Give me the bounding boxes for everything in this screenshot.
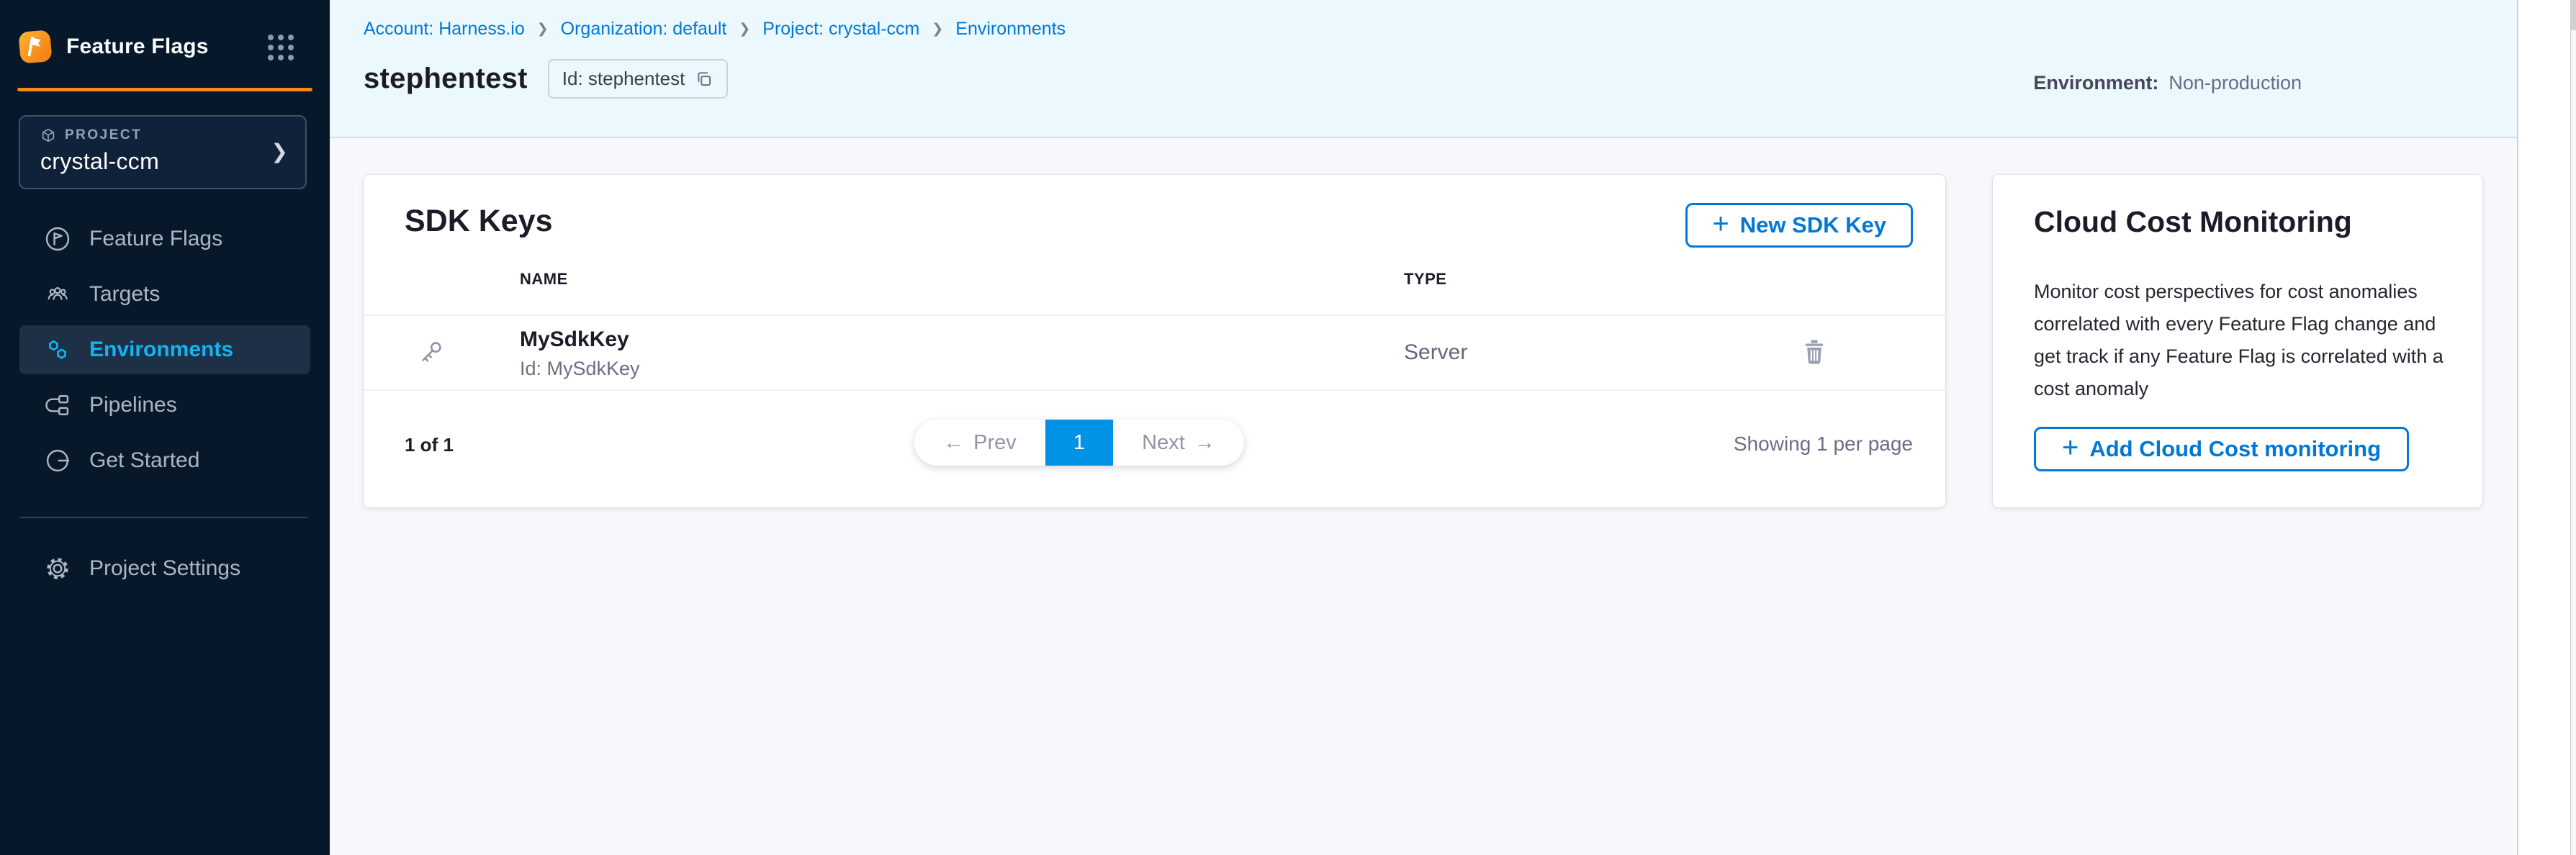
chevron-right-icon: ❯ bbox=[739, 21, 750, 37]
main-content: SDK Keys + New SDK Key NAME TYPE MySdkKe… bbox=[330, 140, 2517, 855]
app-switcher-grid-icon[interactable] bbox=[268, 35, 294, 60]
sidebar-divider bbox=[19, 517, 307, 518]
plus-icon: + bbox=[2062, 433, 2079, 462]
copy-icon[interactable] bbox=[695, 70, 713, 89]
get-started-icon bbox=[43, 446, 72, 475]
pagination-prev-button[interactable]: ← Prev bbox=[914, 420, 1045, 466]
sdk-key-id: Id: MySdkKey bbox=[520, 358, 640, 380]
cube-icon bbox=[40, 127, 56, 143]
feature-flags-logo-icon bbox=[17, 29, 53, 65]
new-sdk-key-button[interactable]: + New SDK Key bbox=[1685, 203, 1913, 248]
sidebar-item-get-started[interactable]: Get Started bbox=[19, 436, 310, 485]
column-header-name: NAME bbox=[520, 270, 568, 289]
column-header-type: TYPE bbox=[1404, 270, 1446, 289]
sidebar-item-label: Targets bbox=[89, 282, 160, 307]
environment-id-badge: Id: stephentest bbox=[548, 59, 729, 99]
environment-id-text: Id: stephentest bbox=[562, 68, 685, 90]
sdk-keys-title: SDK Keys bbox=[405, 204, 553, 239]
table-divider bbox=[364, 389, 1945, 391]
pagination-control: ← Prev 1 Next → bbox=[914, 420, 1244, 466]
plus-icon: + bbox=[1712, 209, 1729, 238]
page-header: Account: Harness.io ❯ Organization: defa… bbox=[330, 0, 2517, 138]
right-rail-panel bbox=[2517, 0, 2576, 855]
hexagons-icon bbox=[43, 335, 72, 364]
people-group-icon bbox=[43, 280, 72, 309]
environment-type: Environment: Non-production bbox=[2033, 72, 2302, 94]
sidebar-item-project-settings[interactable]: Project Settings bbox=[19, 544, 310, 593]
flag-circle-icon bbox=[43, 225, 72, 253]
pagination-page-1-button[interactable]: 1 bbox=[1045, 420, 1113, 466]
sidebar-item-label: Get Started bbox=[89, 448, 199, 473]
chevron-right-icon: ❯ bbox=[932, 21, 943, 37]
cloud-cost-title: Cloud Cost Monitoring bbox=[2034, 205, 2352, 239]
pipelines-flow-icon bbox=[43, 391, 72, 420]
sdk-keys-card: SDK Keys + New SDK Key NAME TYPE MySdkKe… bbox=[364, 175, 1945, 507]
sidebar-item-label: Project Settings bbox=[89, 556, 240, 581]
environment-type-value: Non-production bbox=[2169, 72, 2302, 94]
breadcrumb-project-link[interactable]: Project: crystal-ccm bbox=[762, 19, 919, 40]
pagination-summary: 1 of 1 bbox=[405, 434, 454, 456]
sidebar-item-environments[interactable]: Environments bbox=[19, 325, 310, 374]
page-title: stephentest bbox=[364, 63, 528, 95]
breadcrumb-organization-link[interactable]: Organization: default bbox=[561, 19, 727, 40]
gear-icon bbox=[43, 554, 72, 583]
sidebar-item-targets[interactable]: Targets bbox=[19, 270, 310, 319]
scrollbar-track[interactable] bbox=[2570, 0, 2576, 855]
sidebar-item-label: Environments bbox=[89, 338, 233, 362]
scrollbar-thumb[interactable] bbox=[2570, 0, 2576, 30]
chevron-right-icon: ❯ bbox=[537, 21, 549, 37]
sidebar-item-feature-flags[interactable]: Feature Flags bbox=[19, 214, 310, 263]
arrow-right-icon: → bbox=[1194, 431, 1215, 455]
sidebar-item-label: Pipelines bbox=[89, 393, 177, 417]
module-header: Feature Flags bbox=[17, 27, 312, 66]
cloud-cost-description: Monitor cost perspectives for cost anoma… bbox=[2034, 276, 2451, 405]
chevron-right-icon: ❯ bbox=[271, 140, 288, 163]
project-label: PROJECT bbox=[65, 127, 142, 143]
module-title: Feature Flags bbox=[66, 35, 209, 59]
breadcrumb: Account: Harness.io ❯ Organization: defa… bbox=[364, 19, 1066, 40]
delete-key-icon[interactable] bbox=[1798, 336, 1830, 368]
sidebar-nav: Feature Flags Targets Environments bbox=[19, 214, 310, 492]
sidebar-item-label: Feature Flags bbox=[89, 227, 222, 251]
environment-type-label: Environment: bbox=[2033, 72, 2158, 94]
sidebar-item-pipelines[interactable]: Pipelines bbox=[19, 381, 310, 430]
project-name: crystal-ccm bbox=[40, 148, 291, 175]
breadcrumb-environments-link[interactable]: Environments bbox=[955, 19, 1066, 40]
sidebar: Feature Flags PROJECT crystal-ccm ❯ bbox=[0, 0, 330, 855]
sdk-key-icon bbox=[415, 338, 446, 368]
pagination-per-page: Showing 1 per page bbox=[1734, 433, 1913, 456]
module-accent-bar bbox=[17, 88, 312, 91]
cloud-cost-card: Cloud Cost Monitoring Monitor cost persp… bbox=[1993, 175, 2482, 507]
add-cloud-cost-button[interactable]: + Add Cloud Cost monitoring bbox=[2034, 427, 2409, 471]
sdk-key-type: Server bbox=[1404, 340, 1467, 365]
breadcrumb-account-link[interactable]: Account: Harness.io bbox=[364, 19, 525, 40]
table-divider bbox=[364, 315, 1945, 316]
arrow-left-icon: ← bbox=[943, 431, 964, 455]
pagination-next-button[interactable]: Next → bbox=[1113, 420, 1244, 466]
project-selector[interactable]: PROJECT crystal-ccm ❯ bbox=[19, 115, 307, 189]
sdk-key-name[interactable]: MySdkKey bbox=[520, 327, 629, 352]
